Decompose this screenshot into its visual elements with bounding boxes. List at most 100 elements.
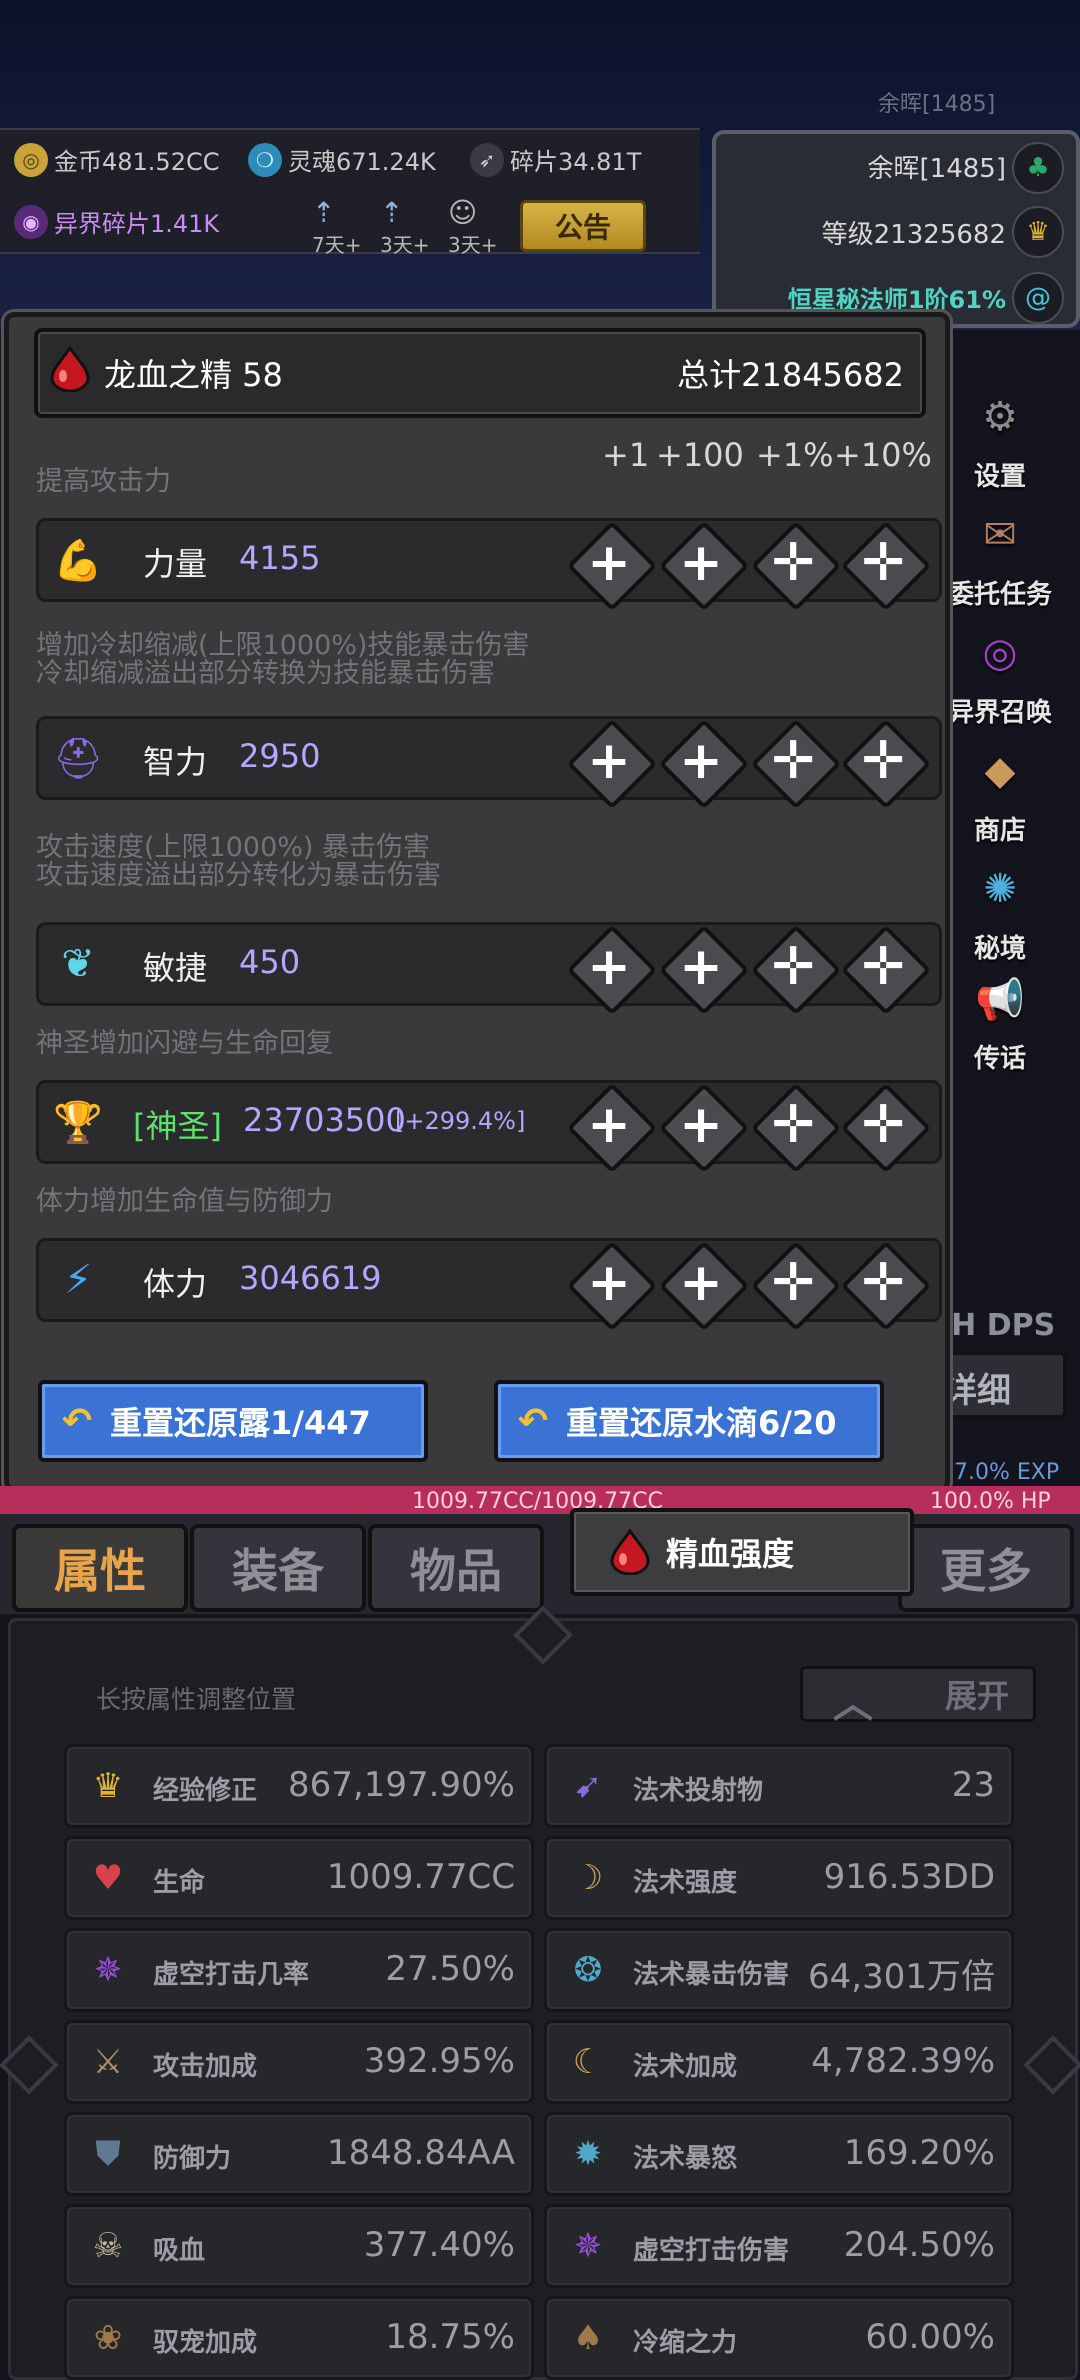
otherworld-shard-icon: ◉ xyxy=(14,204,48,239)
increment-label-1pct: +1% xyxy=(756,436,834,474)
holy-trophy-icon: 🏆 xyxy=(53,1099,103,1146)
strength-description: 提高攻击力 xyxy=(36,466,171,497)
crown-icon: ♛ xyxy=(92,1766,124,1806)
increment-label-1: +1 xyxy=(602,436,650,474)
add-1pct-button[interactable]: ✛ xyxy=(750,924,842,1016)
timer-2[interactable]: ⇡ 3天+ xyxy=(380,196,429,258)
shield-icon: ⛊ xyxy=(95,2134,121,2174)
tab-more[interactable]: 更多 xyxy=(898,1524,1074,1612)
stat-cell-pet-bonus[interactable]: ❀ 驭宠加成 18.75% xyxy=(64,2296,534,2380)
reset-water-button[interactable]: ↶ 重置还原水滴6/20 xyxy=(494,1380,884,1462)
shard-resource[interactable]: ➶ 碎片34.81T xyxy=(470,142,641,177)
stat-cell-exp-modifier[interactable]: ♛ 经验修正 867,197.90% xyxy=(64,1744,534,1828)
stat-cell-spell-power[interactable]: ☽ 法术强度 916.53DD xyxy=(544,1836,1014,1920)
add-10pct-button[interactable]: ✛ xyxy=(840,520,932,612)
stat-cell-lifesteal[interactable]: ☠ 吸血 377.40% xyxy=(64,2204,534,2288)
modal-title: 龙血之精 58 xyxy=(104,356,283,394)
horn-icon: 📢 xyxy=(975,976,1025,1023)
reset-dew-button[interactable]: ↶ 重置还原露1/447 xyxy=(38,1380,428,1462)
spell-bonus-icon: ☾ xyxy=(572,2042,604,2082)
side-shop[interactable]: ◆ 商店 xyxy=(945,734,1055,847)
add-10pct-button[interactable]: ✛ xyxy=(840,718,932,810)
shop-bag-icon: ◆ xyxy=(984,748,1016,794)
stat-cell-defense[interactable]: ⛊ 防御力 1848.84AA xyxy=(64,2112,534,2196)
timer-1[interactable]: ⇡ 7天+ xyxy=(312,196,361,258)
add-1-button[interactable]: + xyxy=(566,1240,658,1332)
vortex-icon: ◎ xyxy=(982,630,1018,676)
gold-resource[interactable]: ◎ 金币481.52CC xyxy=(14,142,220,177)
skull-icon: ☠ xyxy=(92,2226,124,2266)
add-1-button[interactable]: + xyxy=(566,520,658,612)
add-1-button[interactable]: + xyxy=(566,924,658,1016)
gear-icon: ⚙ xyxy=(982,394,1018,440)
heart-icon: ♥ xyxy=(92,1858,124,1898)
notice-button[interactable]: 公告 xyxy=(520,200,646,252)
dps-fragment: IH DPS xyxy=(940,1308,1056,1343)
add-1-button[interactable]: + xyxy=(566,1082,658,1174)
add-1pct-button[interactable]: ✛ xyxy=(750,718,842,810)
stat-row-holy: 🏆 [神圣] 23703500 [+299.4%] + + ✛ ✛ xyxy=(36,1080,942,1174)
add-100-button[interactable]: + xyxy=(658,520,750,612)
side-secret-realm[interactable]: ✺ 秘境 xyxy=(945,852,1055,965)
agility-description: 攻击速度(上限1000%) 暴击伤害 攻击速度溢出部分转化为暴击伤害 xyxy=(36,832,441,891)
blood-strength-button[interactable]: 精血强度 xyxy=(570,1508,914,1596)
add-100-button[interactable]: + xyxy=(658,924,750,1016)
stat-name: [神圣] xyxy=(133,1107,222,1145)
side-settings[interactable]: ⚙ 设置 xyxy=(945,380,1055,493)
side-message[interactable]: 📢 传话 xyxy=(945,962,1055,1075)
add-10pct-button[interactable]: ✛ xyxy=(840,924,932,1016)
add-100-button[interactable]: + xyxy=(658,718,750,810)
class-title: 恒星秘法师1阶61% xyxy=(787,286,1006,314)
add-1pct-button[interactable]: ✛ xyxy=(750,1082,842,1174)
add-1pct-button[interactable]: ✛ xyxy=(750,1240,842,1332)
increment-label-100: +100 xyxy=(656,436,744,474)
strength-arm-icon: 💪 xyxy=(53,537,103,584)
undo-arrow-icon: ↶ xyxy=(61,1400,93,1442)
soul-icon: ❍ xyxy=(248,142,282,177)
cooldown-mushroom-icon: ♠ xyxy=(572,2318,604,2358)
intelligence-helmet-icon: ⛑ xyxy=(52,735,104,782)
stat-cell-cooldown-power[interactable]: ♠ 冷缩之力 60.00% xyxy=(544,2296,1014,2380)
spell-projectile-icon: ➹ xyxy=(573,1766,603,1806)
add-100-button[interactable]: + xyxy=(658,1240,750,1332)
add-1-button[interactable]: + xyxy=(566,718,658,810)
modal-header: 龙血之精 58 总计21845682 xyxy=(34,328,926,418)
agility-wing-icon: ❦ xyxy=(61,941,95,987)
stat-cell-void-strike-chance[interactable]: ✵ 虚空打击几率 27.50% xyxy=(64,1928,534,2012)
add-100-button[interactable]: + xyxy=(658,1082,750,1174)
stat-cell-spell-bonus[interactable]: ☾ 法术加成 4,782.39% xyxy=(544,2020,1014,2104)
gold-coin-icon: ◎ xyxy=(14,142,48,177)
stat-name: 力量 xyxy=(143,545,208,583)
side-commission-tasks[interactable]: ✉ 委托任务 xyxy=(945,498,1055,611)
stat-cell-attack-bonus[interactable]: ⚔ 攻击加成 392.95% xyxy=(64,2020,534,2104)
side-otherworld-summon[interactable]: ◎ 异界召唤 xyxy=(945,616,1055,729)
hp-percent: 100.0% HP xyxy=(930,1489,1051,1514)
stat-row-strength: 💪 力量 4155 + + ✛ ✛ xyxy=(36,518,942,612)
add-10pct-button[interactable]: ✛ xyxy=(840,1240,932,1332)
expand-button[interactable]: ︿ 展开 xyxy=(800,1666,1036,1727)
tab-attributes[interactable]: 属性 xyxy=(12,1524,188,1612)
stat-name: 智力 xyxy=(143,743,208,781)
stat-cell-spell-projectile[interactable]: ➹ 法术投射物 23 xyxy=(544,1744,1014,1828)
stat-cell-spell-rage[interactable]: ✹ 法术暴怒 169.20% xyxy=(544,2112,1014,2196)
paw-icon: ❀ xyxy=(93,2318,123,2358)
blood-drop-icon xyxy=(610,1529,650,1575)
spell-crit-icon: ❂ xyxy=(573,1950,603,1990)
detail-button[interactable]: 详细 xyxy=(930,1352,1066,1418)
timer-3[interactable]: ☺ 3天+ xyxy=(448,196,497,258)
stat-value: 3046619 xyxy=(239,1259,382,1297)
afterglow-label: 余晖[1485] xyxy=(867,154,1006,184)
portal-icon: ✺ xyxy=(983,866,1017,912)
add-1pct-button[interactable]: ✛ xyxy=(750,520,842,612)
stat-cell-void-strike-damage[interactable]: ✵ 虚空打击伤害 204.50% xyxy=(544,2204,1014,2288)
character-panel[interactable]: 余晖[1485] ♣ 等级21325682 ♛ 恒星秘法师1阶61% @ xyxy=(712,130,1080,328)
stat-value: 4155 xyxy=(239,539,321,577)
stat-name: 体力 xyxy=(143,1265,208,1303)
tab-items[interactable]: 物品 xyxy=(368,1524,544,1612)
stat-cell-life[interactable]: ♥ 生命 1009.77CC xyxy=(64,1836,534,1920)
stat-cell-spell-crit-damage[interactable]: ❂ 法术暴击伤害 64,301万倍 xyxy=(544,1928,1014,2012)
tab-equipment[interactable]: 装备 xyxy=(190,1524,366,1612)
otherworld-shard-resource[interactable]: ◉ 异界碎片1.41K xyxy=(14,204,219,239)
add-10pct-button[interactable]: ✛ xyxy=(840,1082,932,1174)
soul-resource[interactable]: ❍ 灵魂671.24K xyxy=(248,142,436,177)
